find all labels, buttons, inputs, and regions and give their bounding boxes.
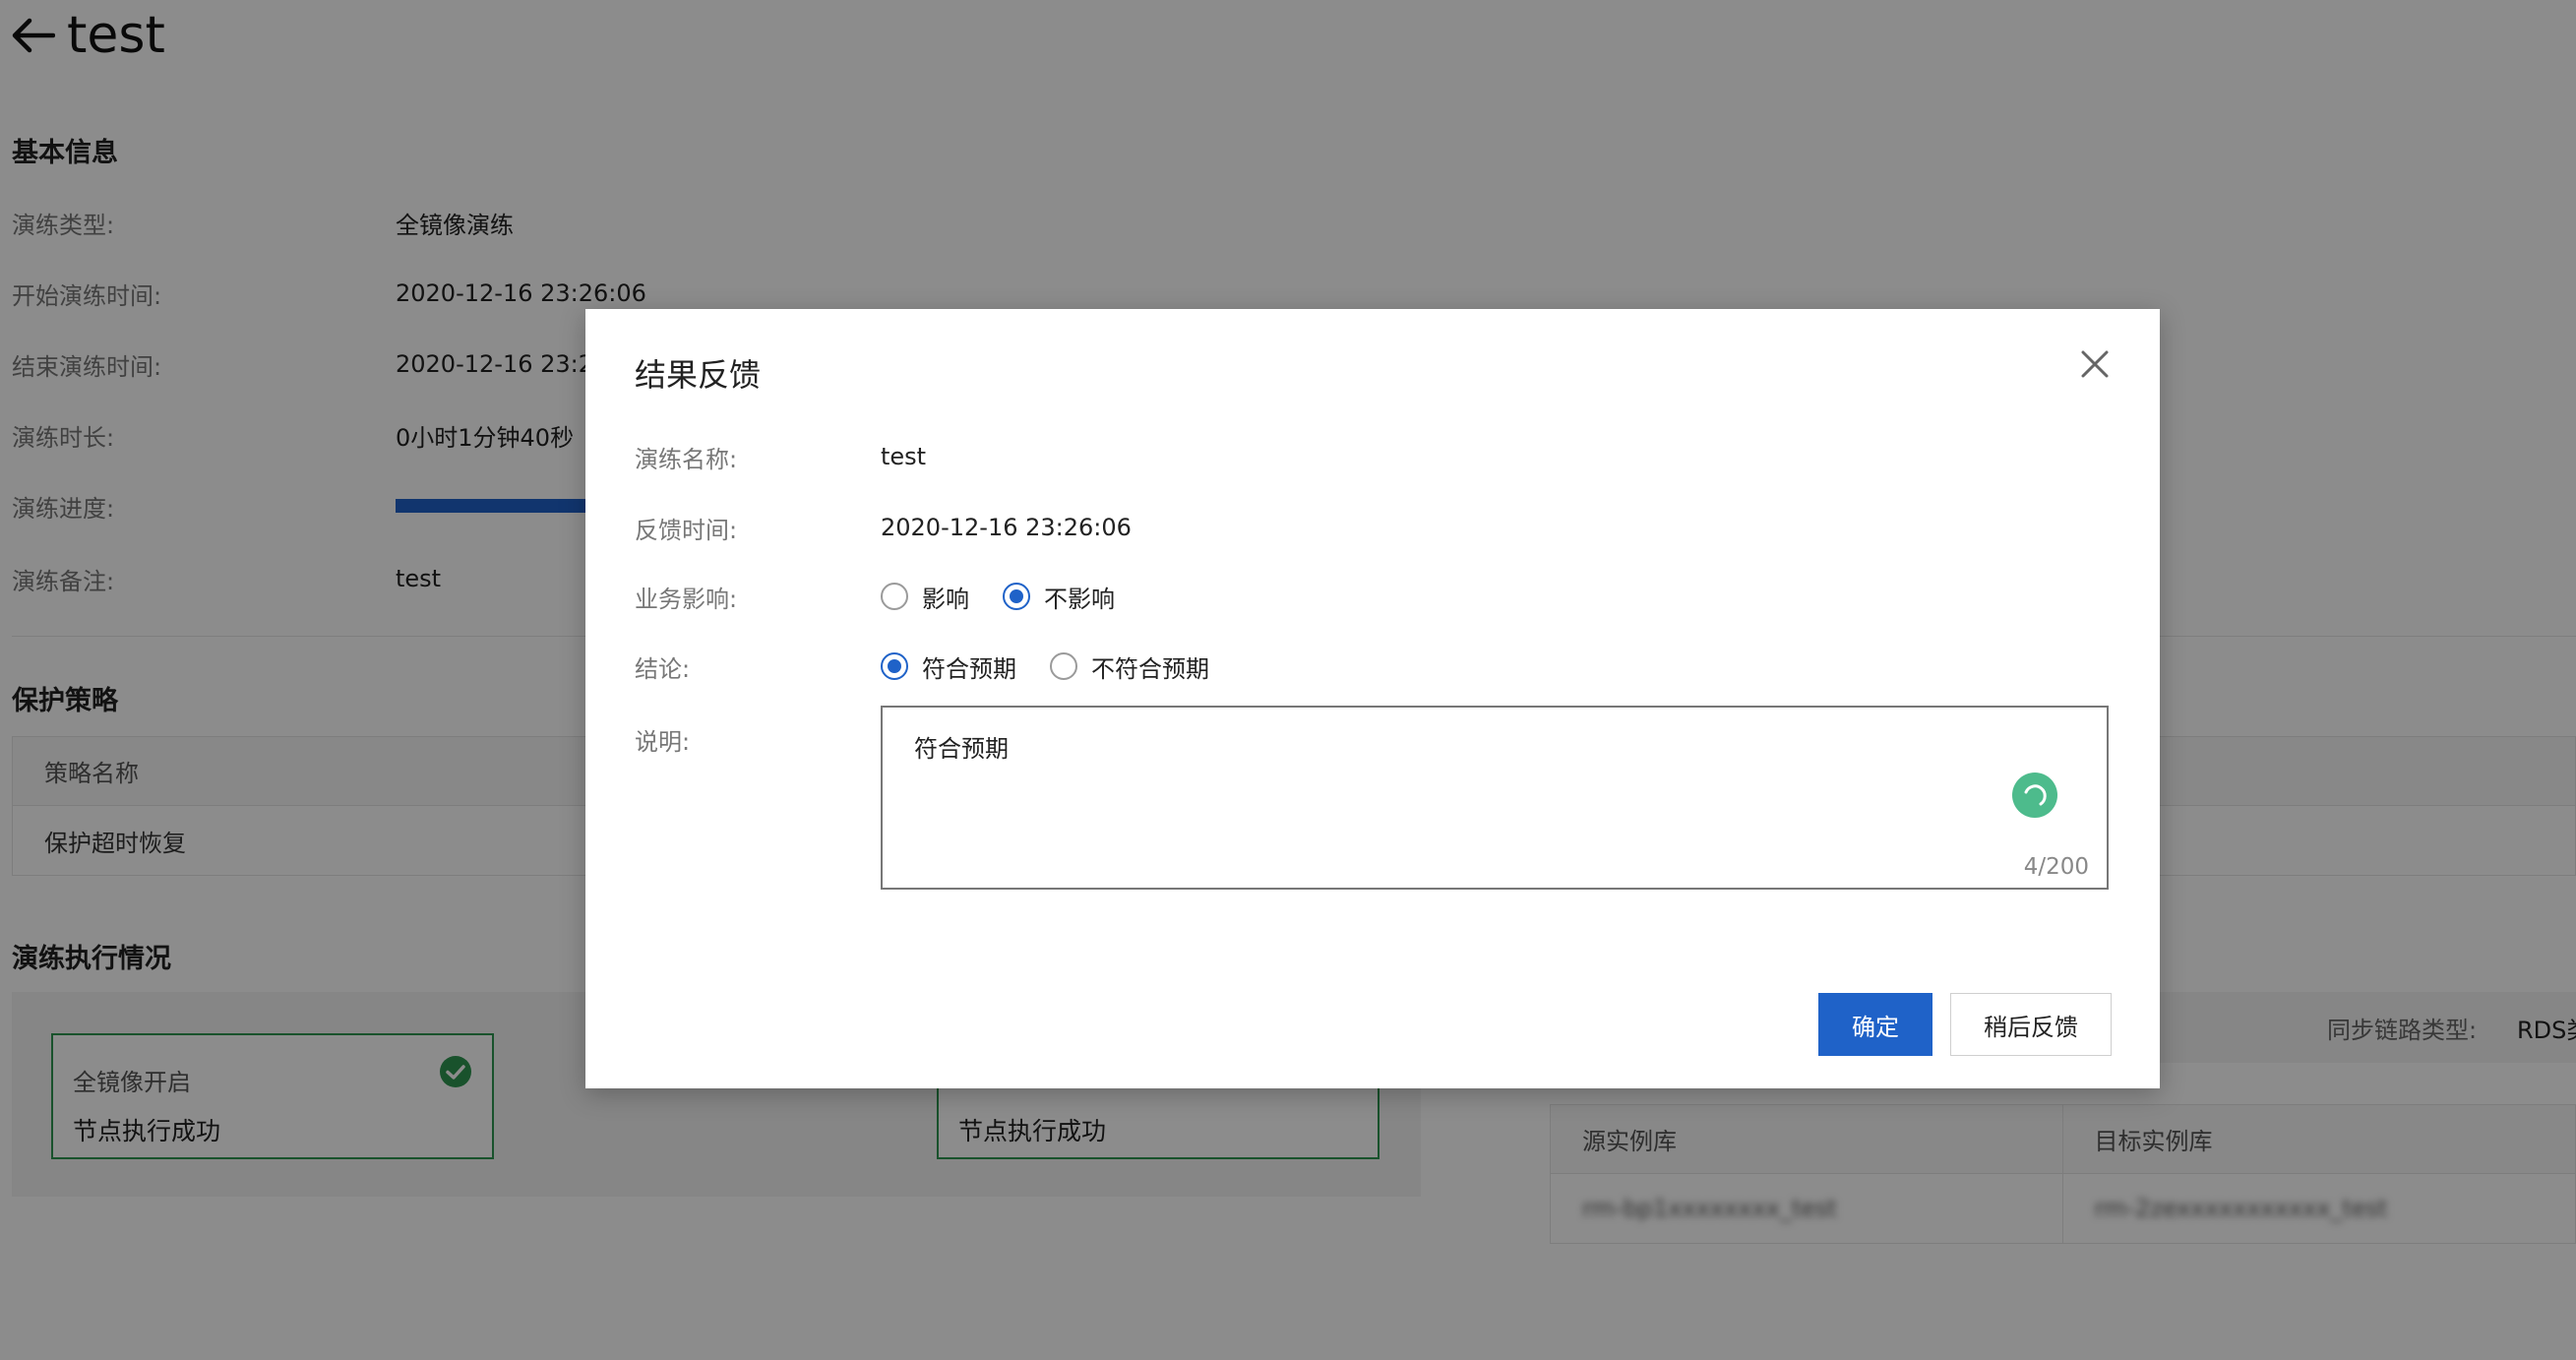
conclusion-radio-unexpected[interactable]: 不符合预期 [1050,649,1209,684]
loading-spinner-icon [2012,773,2057,818]
close-icon[interactable] [2075,344,2115,384]
impact-radio-no[interactable]: 不影响 [1003,580,1115,614]
conclusion-radio-group: 符合预期 不符合预期 [881,649,1243,684]
radio-label: 影响 [922,585,969,613]
dialog-title: 结果反馈 [635,356,762,394]
form-label: 反馈时间: [635,516,738,544]
drill-detail-page: test 基本信息 演练类型: 全镜像演练 开始演练时间: 2020-12-16… [0,0,2576,1360]
radio-icon[interactable] [1050,652,1077,680]
form-label: 业务影响: [635,585,738,613]
feedback-later-button[interactable]: 稍后反馈 [1950,993,2112,1056]
form-label: 演练名称: [635,445,738,473]
radio-label: 符合预期 [922,654,1016,683]
radio-label: 不符合预期 [1091,654,1209,683]
form-row-conclusion: 结论: 符合预期 不符合预期 [635,647,2111,686]
feedback-dialog: 结果反馈 演练名称: test 反馈时间: 2020-12-16 23:26:0… [585,309,2160,1088]
form-label: 结论: [635,654,691,683]
char-count: 4/200 [2023,854,2089,880]
form-row-impact: 业务影响: 影响 不影响 [635,577,2111,616]
description-text: 符合预期 [914,735,1009,763]
feedback-time-value: 2020-12-16 23:26:06 [881,514,1132,541]
description-textarea[interactable]: 符合预期 4/200 [881,706,2109,890]
confirm-button[interactable]: 确定 [1818,993,1932,1056]
radio-label: 不影响 [1044,585,1115,613]
radio-icon[interactable] [881,652,908,680]
form-row-time: 反馈时间: 2020-12-16 23:26:06 [635,508,2111,547]
form-row-name: 演练名称: test [635,437,2111,476]
conclusion-radio-expected[interactable]: 符合预期 [881,649,1016,684]
impact-radio-group: 影响 不影响 [881,580,1148,614]
radio-icon[interactable] [881,583,908,610]
drill-name-value: test [881,443,927,470]
impact-radio-yes[interactable]: 影响 [881,580,969,614]
radio-icon[interactable] [1003,583,1030,610]
form-label: 说明: [635,727,691,756]
